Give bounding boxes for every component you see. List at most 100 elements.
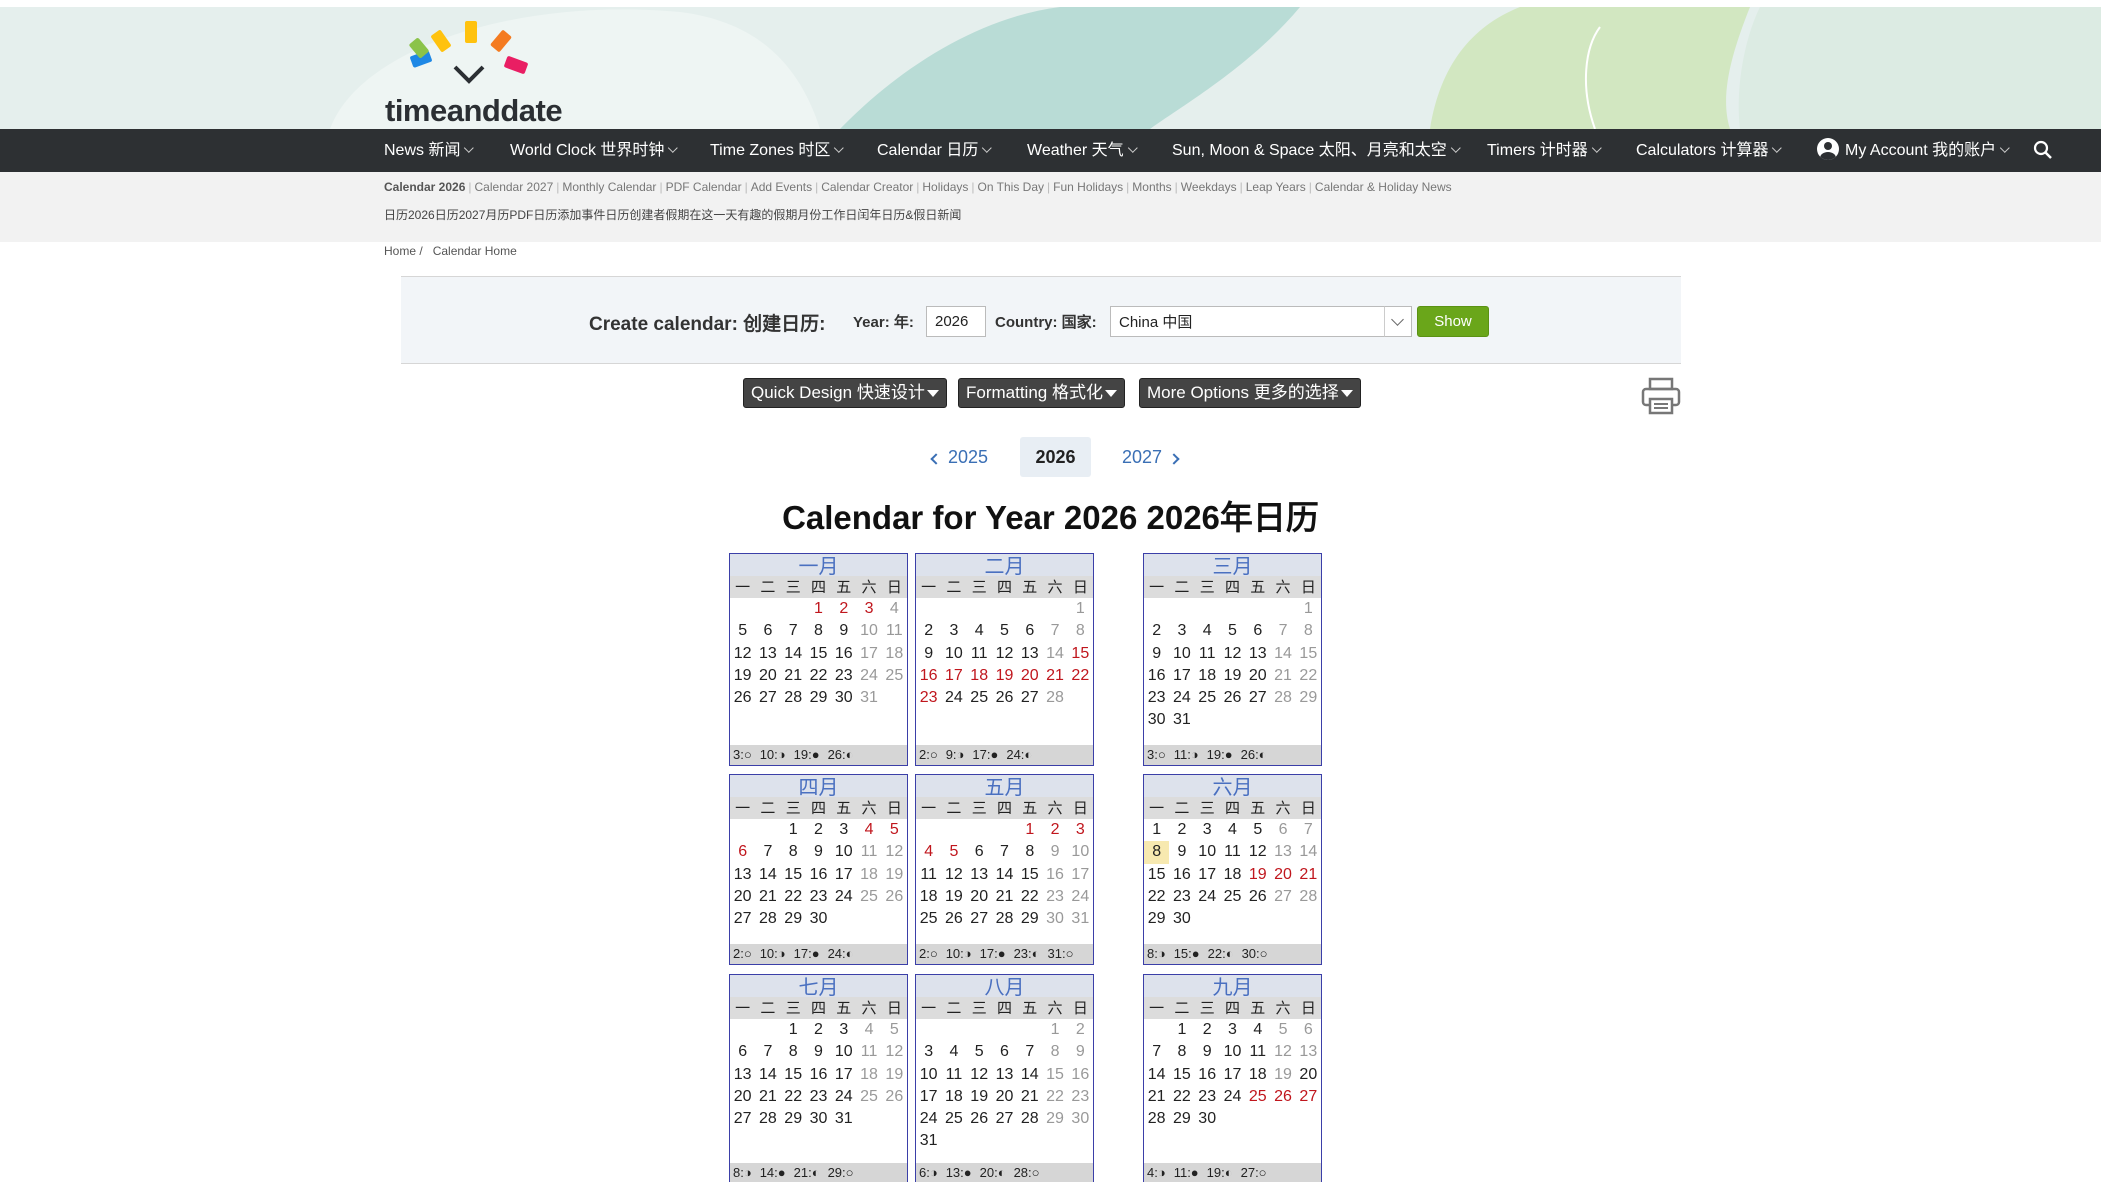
formatting-button[interactable]: Formatting 格式化 xyxy=(958,378,1125,408)
sub-nav-link[interactable]: Monthly Calendar xyxy=(562,180,656,194)
next-year-link[interactable]: 2027 xyxy=(1122,437,1180,477)
more-options-button[interactable]: More Options 更多的选择 xyxy=(1139,378,1361,408)
weekday-label: 六 xyxy=(1275,799,1291,817)
day-cell: 5 xyxy=(1253,821,1263,838)
month-name[interactable]: 八月 xyxy=(916,975,1093,999)
week-row: 20 21 22 23 24 25 26 xyxy=(730,1086,907,1108)
empty-day-cell xyxy=(1068,1130,1093,1152)
chevron-down-icon[interactable] xyxy=(1384,306,1412,337)
day-cell: 25 xyxy=(945,1110,963,1128)
sub-nav-link[interactable]: Calendar 2026 xyxy=(384,180,465,194)
weekday-label: 二 xyxy=(760,999,776,1017)
month-name[interactable]: 九月 xyxy=(1144,975,1321,999)
day-cell: 26 xyxy=(945,910,963,928)
sub-nav-link[interactable]: Weekdays xyxy=(1181,180,1237,194)
prev-year-label: 2025 xyxy=(948,447,989,467)
weekday-label: 一 xyxy=(1149,999,1165,1017)
separator: | xyxy=(468,180,472,194)
empty-day-cell xyxy=(916,819,941,841)
month-name[interactable]: 二月 xyxy=(916,554,1093,578)
breadcrumb-current[interactable]: Calendar Home xyxy=(433,244,517,258)
day-cell: 8 xyxy=(1303,622,1313,640)
day-cell: 8 xyxy=(1075,622,1085,640)
nav-time-zones[interactable]: Time Zones 时区 xyxy=(710,129,845,172)
day-cell: 31 xyxy=(919,1132,938,1150)
week-row: 25 26 27 28 29 30 31 xyxy=(916,908,1093,930)
day-cell: 4 xyxy=(1228,821,1237,838)
moon-phases: 2:○ 10:◑ 17:● 23:◐ 31:○ xyxy=(916,944,1093,964)
nav-world-clock[interactable]: World Clock 世界时钟 xyxy=(510,129,679,172)
day-cell: 5 xyxy=(889,821,899,838)
sub-nav-link[interactable]: On This Day xyxy=(978,180,1044,194)
month-name[interactable]: 一月 xyxy=(730,554,907,578)
day-cell: 12 xyxy=(1223,644,1242,662)
breadcrumb-home[interactable]: Home / xyxy=(384,244,423,258)
month-name[interactable]: 七月 xyxy=(730,975,907,999)
month-name[interactable]: 三月 xyxy=(1144,554,1321,578)
month-name[interactable]: 五月 xyxy=(916,775,1093,799)
country-select[interactable] xyxy=(1110,306,1385,337)
week-row: 2345678 xyxy=(916,620,1093,642)
empty-day-cell xyxy=(967,1019,992,1041)
sub-nav-link[interactable]: Fun Holidays xyxy=(1053,180,1123,194)
nav-timers[interactable]: Timers 计时器 xyxy=(1487,129,1602,172)
nav-sun-moon[interactable]: Sun, Moon & Space 太阳、月亮和太空 xyxy=(1172,129,1461,172)
day-cell: 30 xyxy=(809,1110,828,1128)
day-cell: 31 xyxy=(1071,910,1090,928)
prev-year-link[interactable]: 2025 xyxy=(930,437,989,477)
weekday-label: 日 xyxy=(886,999,902,1017)
sub-nav-link[interactable]: Calendar Creator xyxy=(821,180,913,194)
nav-calculators[interactable]: Calculators 计算器 xyxy=(1636,129,1783,172)
day-cell: 21 xyxy=(1046,666,1064,684)
weekday-label: 五 xyxy=(1022,999,1038,1017)
nav-news[interactable]: News 新闻 xyxy=(384,129,475,172)
day-cell: 9 xyxy=(1177,843,1187,861)
search-icon[interactable] xyxy=(2033,140,2053,160)
week-row: 7 8 9 10 11 12 13 xyxy=(1144,1041,1321,1063)
sub-nav-link[interactable]: Leap Years xyxy=(1246,180,1306,194)
day-cell: 25 xyxy=(860,887,878,905)
day-cell: 26 xyxy=(885,1087,904,1105)
day-cell: 2 xyxy=(1152,622,1162,640)
day-cell: 15 xyxy=(1020,865,1039,883)
moon-phase: 29:○ xyxy=(827,1165,854,1180)
logo-wordmark[interactable]: timeanddate xyxy=(385,93,563,129)
empty-day-cell xyxy=(1017,1019,1042,1041)
sub-nav-link[interactable]: Calendar & Holiday News xyxy=(1315,180,1452,194)
moon-phase: 27:○ xyxy=(1240,1165,1267,1180)
weekday-label: 三 xyxy=(971,578,987,596)
day-cell: 24 xyxy=(1173,689,1191,707)
day-cell: 7 xyxy=(1050,622,1060,640)
weekday-label: 三 xyxy=(785,578,801,596)
quick-design-button[interactable]: Quick Design 快速设计 xyxy=(743,378,947,408)
empty-day-cell xyxy=(1270,908,1295,930)
print-icon[interactable] xyxy=(1641,377,1681,415)
separator: | xyxy=(815,180,819,194)
month-name[interactable]: 四月 xyxy=(730,775,907,799)
sub-nav-link[interactable]: Holidays xyxy=(922,180,968,194)
sub-nav-link[interactable]: PDF Calendar xyxy=(666,180,742,194)
day-cell: 16 xyxy=(1198,1065,1217,1083)
day-cell: 18 xyxy=(919,887,938,905)
sub-nav-link[interactable]: Months xyxy=(1132,180,1171,194)
show-button[interactable]: Show xyxy=(1417,306,1489,337)
weekday-label: 四 xyxy=(810,999,826,1017)
nav-weather[interactable]: Weather 天气 xyxy=(1027,129,1138,172)
weekday-label: 一 xyxy=(921,999,937,1017)
month-name[interactable]: 六月 xyxy=(1144,775,1321,799)
nav-my-account[interactable]: My Account 我的账户 xyxy=(1817,129,2010,172)
sub-nav-link[interactable]: Add Events xyxy=(751,180,812,194)
day-cell: 21 xyxy=(784,666,803,684)
month-calendar: 九月一二三四五六日 1 2 3 4 5 6 7 8 9 10 11 12 13 14 15 16 17 18 19 20… xyxy=(1143,974,1322,1182)
year-input[interactable] xyxy=(926,306,986,337)
day-cell: 25 xyxy=(919,910,938,928)
moon-phase: 19:● xyxy=(1206,747,1233,762)
nav-calendar[interactable]: Calendar 日历 xyxy=(877,129,993,172)
nav-weather-label: Weather 天气 xyxy=(1027,142,1124,159)
sub-nav-link[interactable]: Calendar 2027 xyxy=(475,180,554,194)
day-cell: 20 xyxy=(733,1087,752,1105)
chevron-down-icon xyxy=(1591,143,1602,153)
sub-nav-zh-links[interactable]: 日历2026日历2027月历PDF日历添加事件日历创建者假期在这一天有趣的假期月… xyxy=(384,206,961,223)
empty-day-cell xyxy=(781,598,806,620)
day-cell: 14 xyxy=(1020,1065,1039,1083)
